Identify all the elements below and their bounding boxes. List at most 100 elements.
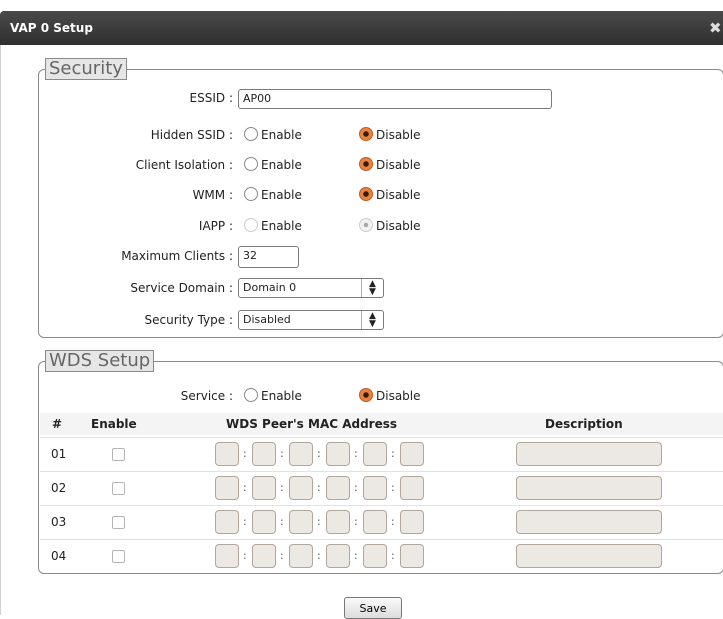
mac-octet-field[interactable] — [289, 442, 313, 466]
mac-octet-field[interactable] — [363, 544, 387, 568]
updown-arrows-icon: ▲ ▼ — [361, 279, 383, 297]
mac-separator: : — [243, 481, 247, 494]
mac-octet-field[interactable] — [215, 476, 239, 500]
mac-octet-field[interactable] — [289, 510, 313, 534]
table-row-separator — [40, 471, 723, 472]
wds-col-mac: WDS Peer's MAC Address — [226, 417, 398, 431]
hidden-ssid-label: Hidden SSID : — [150, 128, 233, 142]
wds-row-num: 02 — [51, 481, 67, 495]
wds-col-num: # — [52, 417, 63, 431]
updown-arrows-icon: ▲ ▼ — [361, 311, 383, 329]
mac-separator: : — [280, 447, 284, 460]
wds-enable-checkbox[interactable] — [112, 550, 125, 563]
mac-separator: : — [391, 549, 395, 562]
mac-separator: : — [391, 447, 395, 460]
dialog-titlebar: VAP 0 Setup ✖ — [0, 11, 723, 45]
iapp-enable-label: Enable — [261, 219, 302, 233]
wds-row-num: 04 — [51, 549, 67, 563]
mac-separator: : — [317, 447, 321, 460]
mac-octet-field[interactable] — [326, 442, 350, 466]
mac-octet-field[interactable] — [400, 544, 424, 568]
max-clients-input[interactable]: 32 — [238, 246, 299, 268]
save-button[interactable]: Save — [344, 597, 402, 619]
mac-octet-field[interactable] — [289, 544, 313, 568]
iapp-disable-radio — [359, 218, 373, 232]
mac-octet-field[interactable] — [326, 476, 350, 500]
security-type-label: Security Type : — [144, 313, 233, 327]
iapp-enable-radio — [244, 218, 258, 232]
mac-separator: : — [317, 481, 321, 494]
wmm-label: WMM : — [192, 188, 233, 202]
security-fieldset: Security ESSID : AP00 Hidden SSID : Enab… — [38, 58, 723, 338]
security-legend: Security — [45, 58, 127, 80]
wds-description-field[interactable] — [516, 544, 662, 568]
mac-octet-field[interactable] — [252, 544, 276, 568]
mac-octet-field[interactable] — [215, 510, 239, 534]
wds-service-enable-label: Enable — [261, 389, 302, 403]
mac-separator: : — [354, 481, 358, 494]
wds-enable-checkbox[interactable] — [112, 448, 125, 461]
wds-service-enable-radio[interactable] — [244, 388, 258, 402]
mac-separator: : — [280, 515, 284, 528]
mac-separator: : — [317, 515, 321, 528]
mac-octet-field[interactable] — [400, 510, 424, 534]
wds-service-disable-radio[interactable] — [359, 388, 373, 402]
dialog-title: VAP 0 Setup — [10, 21, 93, 35]
mac-octet-field[interactable] — [252, 476, 276, 500]
mac-separator: : — [354, 447, 358, 460]
mac-octet-field[interactable] — [252, 442, 276, 466]
close-icon[interactable]: ✖ — [709, 11, 723, 45]
wds-row-num: 03 — [51, 515, 67, 529]
mac-octet-field[interactable] — [400, 476, 424, 500]
mac-octet-field[interactable] — [326, 544, 350, 568]
mac-separator: : — [354, 515, 358, 528]
mac-separator: : — [243, 515, 247, 528]
mac-octet-field[interactable] — [363, 476, 387, 500]
mac-separator: : — [317, 549, 321, 562]
mac-separator: : — [354, 549, 358, 562]
wds-description-field[interactable] — [516, 476, 662, 500]
wds-enable-checkbox[interactable] — [112, 482, 125, 495]
wds-legend: WDS Setup — [45, 350, 155, 372]
mac-separator: : — [243, 549, 247, 562]
client-isolation-disable-radio[interactable] — [359, 157, 373, 171]
wds-fieldset: WDS Setup Service : Enable Disable # Ena… — [38, 350, 723, 574]
mac-octet-field[interactable] — [363, 510, 387, 534]
mac-octet-field[interactable] — [215, 442, 239, 466]
mac-octet-field[interactable] — [215, 544, 239, 568]
wmm-enable-label: Enable — [261, 188, 302, 202]
wds-service-label: Service : — [180, 389, 233, 403]
mac-separator: : — [243, 447, 247, 460]
mac-octet-field[interactable] — [289, 476, 313, 500]
wds-col-enable: Enable — [91, 417, 137, 431]
dialog-body: Security ESSID : AP00 Hidden SSID : Enab… — [0, 45, 723, 619]
mac-octet-field[interactable] — [363, 442, 387, 466]
essid-input[interactable]: AP00 — [238, 89, 552, 109]
table-row-separator — [40, 437, 723, 438]
mac-octet-field[interactable] — [252, 510, 276, 534]
mac-separator: : — [391, 515, 395, 528]
service-domain-select[interactable]: Domain 0 ▲ ▼ — [238, 278, 384, 298]
mac-separator: : — [280, 549, 284, 562]
mac-separator: : — [391, 481, 395, 494]
wds-enable-checkbox[interactable] — [112, 516, 125, 529]
service-domain-value: Domain 0 — [243, 281, 297, 294]
security-type-select[interactable]: Disabled ▲ ▼ — [238, 310, 384, 330]
table-row-separator — [40, 539, 723, 540]
wmm-enable-radio[interactable] — [244, 187, 258, 201]
hidden-ssid-enable-radio[interactable] — [244, 127, 258, 141]
wmm-disable-radio[interactable] — [359, 187, 373, 201]
iapp-label: IAPP : — [198, 219, 233, 233]
client-isolation-enable-radio[interactable] — [244, 157, 258, 171]
hidden-ssid-disable-radio[interactable] — [359, 127, 373, 141]
wds-description-field[interactable] — [516, 442, 662, 466]
wds-description-field[interactable] — [516, 510, 662, 534]
hidden-ssid-disable-label: Disable — [376, 128, 421, 142]
mac-octet-field[interactable] — [326, 510, 350, 534]
client-isolation-label: Client Isolation : — [135, 158, 233, 172]
client-isolation-enable-label: Enable — [261, 158, 302, 172]
wds-service-disable-label: Disable — [376, 389, 421, 403]
mac-octet-field[interactable] — [400, 442, 424, 466]
table-row-separator — [40, 505, 723, 506]
security-type-value: Disabled — [243, 313, 291, 326]
